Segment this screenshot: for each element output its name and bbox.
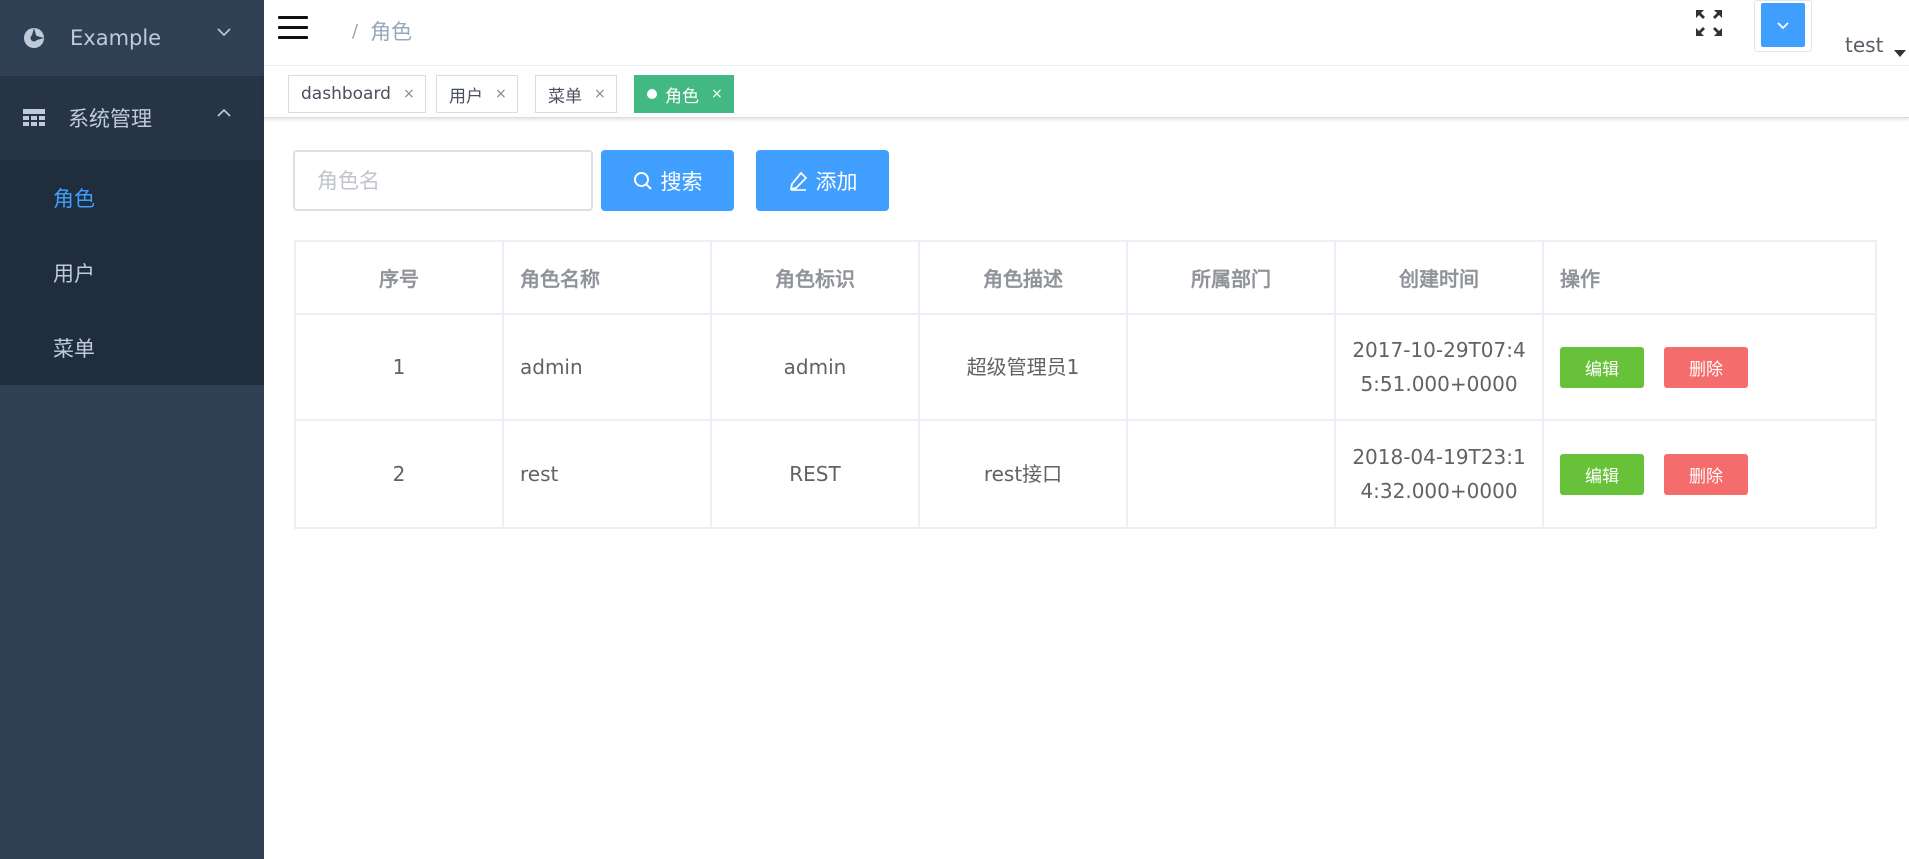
sidebar-brand-label: Example xyxy=(70,26,162,50)
chevron-down-icon xyxy=(217,28,231,37)
cell-role-name: rest xyxy=(504,421,712,527)
fullscreen-icon[interactable] xyxy=(1694,8,1724,38)
column-header-actions: 操作 xyxy=(1560,267,1600,291)
compass-icon xyxy=(24,28,44,48)
add-button-label: 添加 xyxy=(815,169,858,194)
cell-actions: 编辑 删除 xyxy=(1544,421,1875,527)
tag-user[interactable]: 用户 × xyxy=(436,75,518,113)
search-button[interactable]: 搜索 xyxy=(601,150,734,211)
search-button-label: 搜索 xyxy=(660,169,703,194)
column-header-role-desc: 角色描述 xyxy=(920,242,1128,313)
close-icon[interactable]: × xyxy=(711,86,723,102)
cell-index: 2 xyxy=(296,421,504,527)
cell-role-desc: 超级管理员1 xyxy=(920,315,1128,419)
cell-role-key: REST xyxy=(712,421,920,527)
created-time-line: 5:51.000+0000 xyxy=(1360,372,1518,396)
tag-label: 角色 xyxy=(665,86,699,107)
close-icon[interactable]: × xyxy=(594,86,606,102)
table-row: 1 admin admin 超级管理员1 2017-10-29T07:4 5:5… xyxy=(296,315,1875,421)
edit-button[interactable]: 编辑 xyxy=(1560,453,1644,495)
breadcrumb: / 角色 xyxy=(352,16,412,46)
avatar[interactable] xyxy=(1754,0,1812,52)
column-header-role-name: 角色名称 xyxy=(504,242,712,313)
column-header-index: 序号 xyxy=(296,242,504,313)
tags-view: dashboard × 用户 × 菜单 × 角色 × xyxy=(264,66,1909,118)
chevron-down-icon xyxy=(1777,22,1789,30)
sidebar-item-user[interactable]: 用户 xyxy=(0,235,264,310)
sidebar-item-menu[interactable]: 菜单 xyxy=(0,310,264,385)
roles-table: 序号 角色名称 角色标识 角色描述 所属部门 创建时间 操作 1 admin a… xyxy=(294,240,1877,529)
avatar-image xyxy=(1761,3,1805,47)
tag-label: dashboard xyxy=(301,84,391,104)
cell-role-name: admin xyxy=(504,315,712,419)
sidebar-item-label: 用户 xyxy=(53,261,95,286)
cell-index: 1 xyxy=(296,315,504,419)
cell-created-time: 2018-04-19T23:1 4:32.000+0000 xyxy=(1336,421,1544,527)
delete-button[interactable]: 删除 xyxy=(1664,346,1748,388)
close-icon[interactable]: × xyxy=(495,86,507,102)
close-icon[interactable]: × xyxy=(403,86,415,102)
sidebar-submenu: 角色 用户 菜单 xyxy=(0,160,264,385)
active-dot-icon xyxy=(647,89,657,99)
navbar: / 角色 test xyxy=(264,0,1909,66)
tag-label: 用户 xyxy=(449,86,483,107)
table-header: 序号 角色名称 角色标识 角色描述 所属部门 创建时间 操作 xyxy=(296,242,1875,315)
tag-label: 菜单 xyxy=(548,86,582,107)
cell-role-key: admin xyxy=(712,315,920,419)
caret-down-icon[interactable] xyxy=(1894,50,1906,57)
created-time-line: 4:32.000+0000 xyxy=(1360,479,1518,503)
created-time-line: 2018-04-19T23:1 xyxy=(1352,445,1526,469)
cell-actions: 编辑 删除 xyxy=(1544,315,1875,419)
add-button[interactable]: 添加 xyxy=(756,150,889,211)
sidebar-item-label: 菜单 xyxy=(53,336,95,361)
breadcrumb-separator: / xyxy=(352,20,359,42)
tag-dashboard[interactable]: dashboard × xyxy=(288,75,426,113)
sidebar-brand-menu[interactable]: Example xyxy=(0,0,264,76)
edit-icon xyxy=(789,171,807,191)
role-name-search-input[interactable] xyxy=(293,150,593,211)
cell-department xyxy=(1128,421,1336,527)
cell-department xyxy=(1128,315,1336,419)
sidebar-group-label: 系统管理 xyxy=(68,107,152,131)
edit-button[interactable]: 编辑 xyxy=(1560,346,1644,388)
sidebar-item-label: 角色 xyxy=(53,186,95,211)
column-header-department: 所属部门 xyxy=(1128,242,1336,313)
search-icon xyxy=(633,171,652,190)
sidebar: Example 系统管理 角色 用户 菜单 xyxy=(0,0,264,859)
tag-role[interactable]: 角色 × xyxy=(634,75,734,113)
breadcrumb-current: 角色 xyxy=(370,20,413,44)
sidebar-group-system[interactable]: 系统管理 xyxy=(0,76,264,160)
chevron-up-icon xyxy=(217,108,231,117)
table-row: 2 rest REST rest接口 2018-04-19T23:1 4:32.… xyxy=(296,421,1875,527)
delete-button[interactable]: 删除 xyxy=(1664,453,1748,495)
cell-created-time: 2017-10-29T07:4 5:51.000+0000 xyxy=(1336,315,1544,419)
user-name[interactable]: test xyxy=(1845,33,1883,57)
tag-menu[interactable]: 菜单 × xyxy=(535,75,617,113)
table-icon xyxy=(23,109,45,126)
created-time-line: 2017-10-29T07:4 xyxy=(1352,338,1526,362)
sidebar-item-role[interactable]: 角色 xyxy=(0,160,264,235)
hamburger-menu-icon[interactable] xyxy=(278,16,308,42)
cell-role-desc: rest接口 xyxy=(920,421,1128,527)
column-header-role-key: 角色标识 xyxy=(712,242,920,313)
column-header-created-time: 创建时间 xyxy=(1336,242,1544,313)
